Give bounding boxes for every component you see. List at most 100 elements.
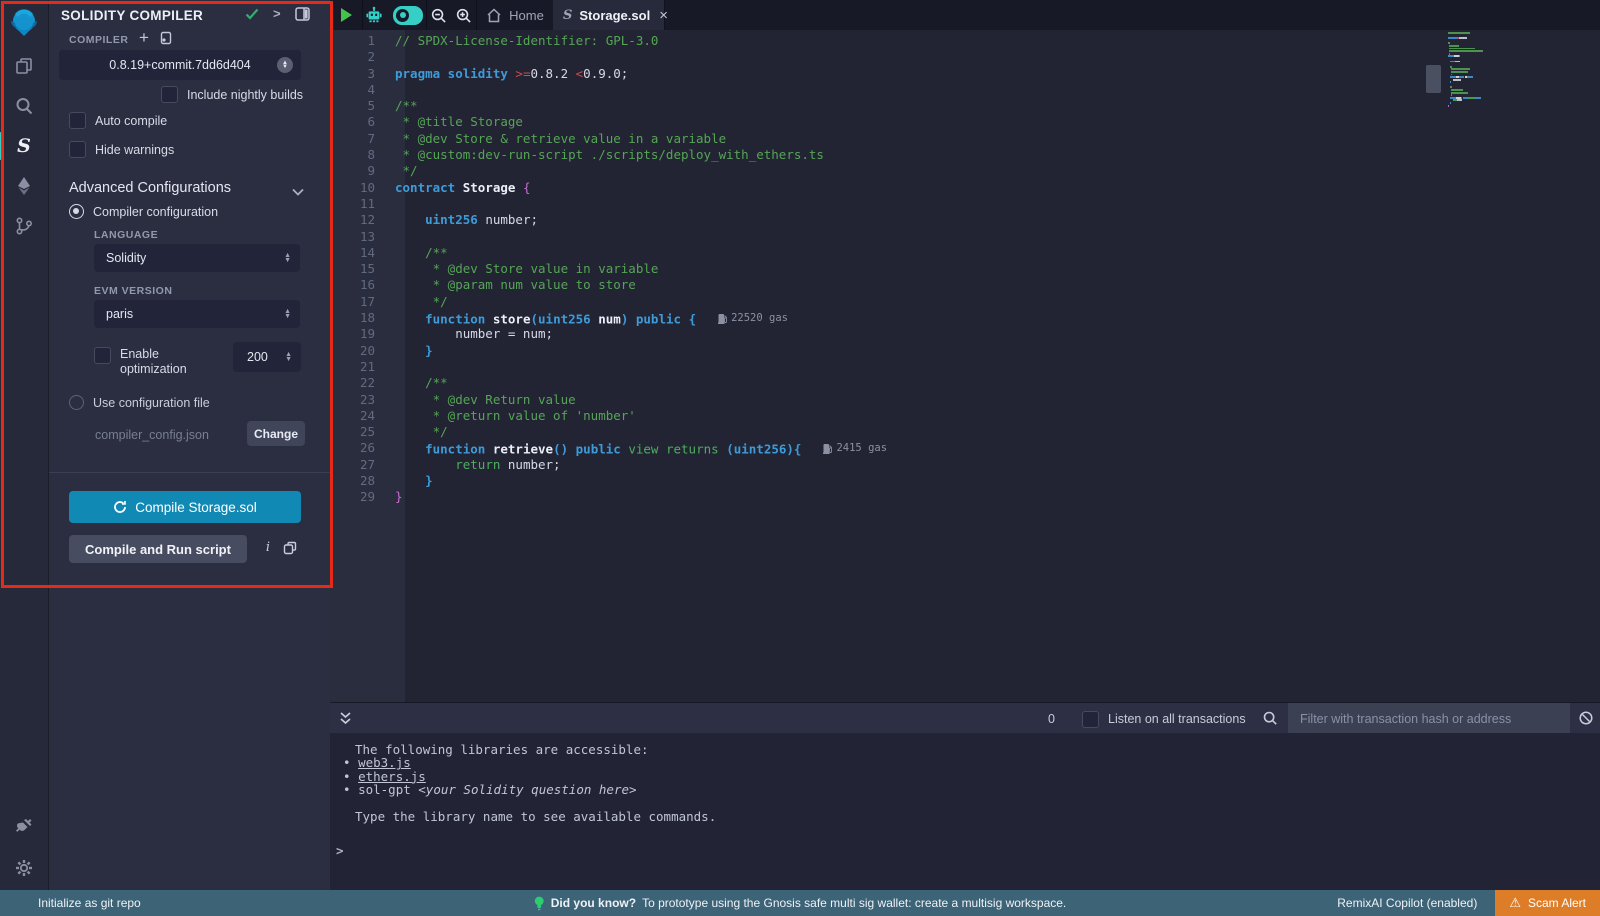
panel-divider [49, 472, 330, 473]
select-arrows-icon: ▲▼ [284, 253, 300, 263]
config-filename: compiler_config.json [95, 428, 209, 442]
line-number: 28 [330, 473, 375, 489]
git-init-button[interactable]: Initialize as git repo [38, 896, 141, 910]
code-line: 8 * @custom:dev-run-script ./scripts/dep… [330, 147, 887, 163]
enable-optimization-checkbox[interactable] [94, 347, 111, 364]
search-icon[interactable] [0, 86, 48, 126]
auto-compile-checkbox[interactable] [69, 112, 86, 129]
transaction-filter-input[interactable] [1288, 703, 1570, 734]
minimap-slider[interactable] [1426, 65, 1441, 93]
collapse-terminal-icon[interactable] [339, 711, 352, 728]
panel-forward-icon[interactable]: > [273, 6, 281, 21]
compiler-configuration-radio[interactable] [69, 204, 84, 219]
open-file-icon[interactable] [159, 31, 173, 48]
copilot-status[interactable]: RemixAI Copilot (enabled) [1337, 896, 1477, 910]
number-spinner-icon[interactable]: ▲▼ [285, 352, 301, 362]
line-number: 13 [330, 229, 375, 245]
git-icon[interactable] [0, 206, 48, 246]
tab-bar: Home S Storage.sol × [330, 0, 1600, 31]
language-select[interactable]: Solidity ▲▼ [94, 244, 300, 272]
line-number: 24 [330, 408, 375, 424]
copy-icon[interactable] [283, 541, 297, 558]
code-line: 2 [330, 49, 887, 65]
minimap[interactable] [1448, 32, 1558, 107]
terminal-toolbar: 0 Listen on all transactions [330, 702, 1600, 734]
compile-and-run-button[interactable]: Compile and Run script [69, 535, 247, 563]
optimization-runs-input[interactable]: 200 ▲▼ [233, 342, 301, 372]
settings-gear-icon[interactable] [0, 846, 48, 890]
info-icon[interactable]: i [261, 540, 275, 555]
file-explorer-icon[interactable] [0, 46, 48, 86]
code-line: 10contract Storage { [330, 180, 887, 196]
line-number: 7 [330, 131, 375, 147]
plugin-manager-icon[interactable] [0, 806, 48, 846]
line-number: 11 [330, 196, 375, 212]
line-number: 17 [330, 294, 375, 310]
terminal-footer: Type the library name to see available c… [355, 810, 1600, 823]
code-line: 3pragma solidity >=0.8.2 <0.9.0; [330, 66, 887, 82]
line-number: 21 [330, 359, 375, 375]
ai-robot-icon[interactable] [365, 6, 383, 24]
line-number: 19 [330, 326, 375, 342]
line-number: 3 [330, 66, 375, 82]
code-line: 20 } [330, 343, 887, 359]
scam-alert-button[interactable]: ⚠ Scam Alert [1495, 890, 1600, 916]
advanced-configurations-title[interactable]: Advanced Configurations [69, 180, 231, 196]
line-number: 16 [330, 277, 375, 293]
change-config-button[interactable]: Change [247, 421, 305, 446]
language-label: LANGUAGE [94, 229, 158, 241]
run-script-button[interactable] [330, 0, 363, 30]
code-line: 1// SPDX-License-Identifier: GPL-3.0 [330, 33, 887, 49]
evm-version-select[interactable]: paris ▲▼ [94, 300, 300, 328]
code-line: 19 number = num; [330, 326, 887, 342]
hide-warnings-checkbox[interactable] [69, 141, 86, 158]
nightly-builds-checkbox[interactable] [161, 86, 178, 103]
solidity-compiler-icon[interactable]: S [0, 126, 48, 166]
code-line: 14 /** [330, 245, 887, 261]
deploy-run-icon[interactable] [0, 166, 48, 206]
listen-transactions-checkbox[interactable] [1082, 711, 1099, 728]
line-number: 27 [330, 457, 375, 473]
solidity-compiler-panel: SOLIDITY COMPILER > COMPILER + 0.8.19+co… [49, 0, 330, 890]
line-number: 14 [330, 245, 375, 261]
use-configuration-file-radio[interactable] [69, 395, 84, 410]
code-line: 7 * @dev Store & retrieve value in a var… [330, 131, 887, 147]
chevron-down-icon[interactable] [292, 184, 304, 199]
close-tab-icon[interactable]: × [659, 7, 668, 24]
line-number: 5 [330, 98, 375, 114]
compile-success-check-icon [245, 8, 259, 23]
line-number: 6 [330, 114, 375, 130]
code-editor[interactable]: 1// SPDX-License-Identifier: GPL-3.023pr… [330, 30, 1600, 702]
statusbar-right: RemixAI Copilot (enabled) ⚠ Scam Alert [1337, 890, 1600, 916]
did-you-know-tip: Did you know? To prototype using the Gno… [534, 896, 1067, 911]
library-note: <your Solidity question here> [418, 782, 636, 797]
terminal-prompt[interactable]: > [336, 843, 344, 858]
tab-filename: Storage.sol [579, 8, 650, 23]
code-line: 16 * @param num value to store [330, 277, 887, 293]
pin-panel-icon[interactable] [295, 7, 310, 24]
code-line: 5/** [330, 98, 887, 114]
terminal-search-icon[interactable] [1262, 710, 1278, 729]
code-line: 12 uint256 number; [330, 212, 887, 228]
tab-storage-sol[interactable]: S Storage.sol × [553, 0, 665, 30]
tab-home[interactable]: Home [476, 0, 554, 30]
use-configuration-file-row: Use configuration file [69, 395, 210, 410]
code-line: 27 return number; [330, 457, 887, 473]
line-number: 12 [330, 212, 375, 228]
remix-logo-icon[interactable] [0, 0, 48, 46]
line-number: 22 [330, 375, 375, 391]
compile-button[interactable]: Compile Storage.sol [69, 491, 301, 523]
lightbulb-icon [534, 896, 545, 911]
nightly-builds-row: Include nightly builds [161, 86, 303, 103]
clear-console-icon[interactable] [1578, 710, 1594, 729]
compiler-version-select[interactable]: 0.8.19+commit.7dd6d404 ▲▼ [59, 50, 301, 80]
line-number: 2 [330, 49, 375, 65]
line-number: 25 [330, 424, 375, 440]
code-line: 24 * @return value of 'number' [330, 408, 887, 424]
zoom-out-icon[interactable] [430, 7, 447, 24]
zoom-in-icon[interactable] [455, 7, 472, 24]
code-line: 21 [330, 359, 887, 375]
warning-icon: ⚠ [1509, 895, 1521, 911]
copilot-toggle[interactable] [393, 6, 423, 25]
add-compiler-icon[interactable]: + [139, 28, 149, 48]
